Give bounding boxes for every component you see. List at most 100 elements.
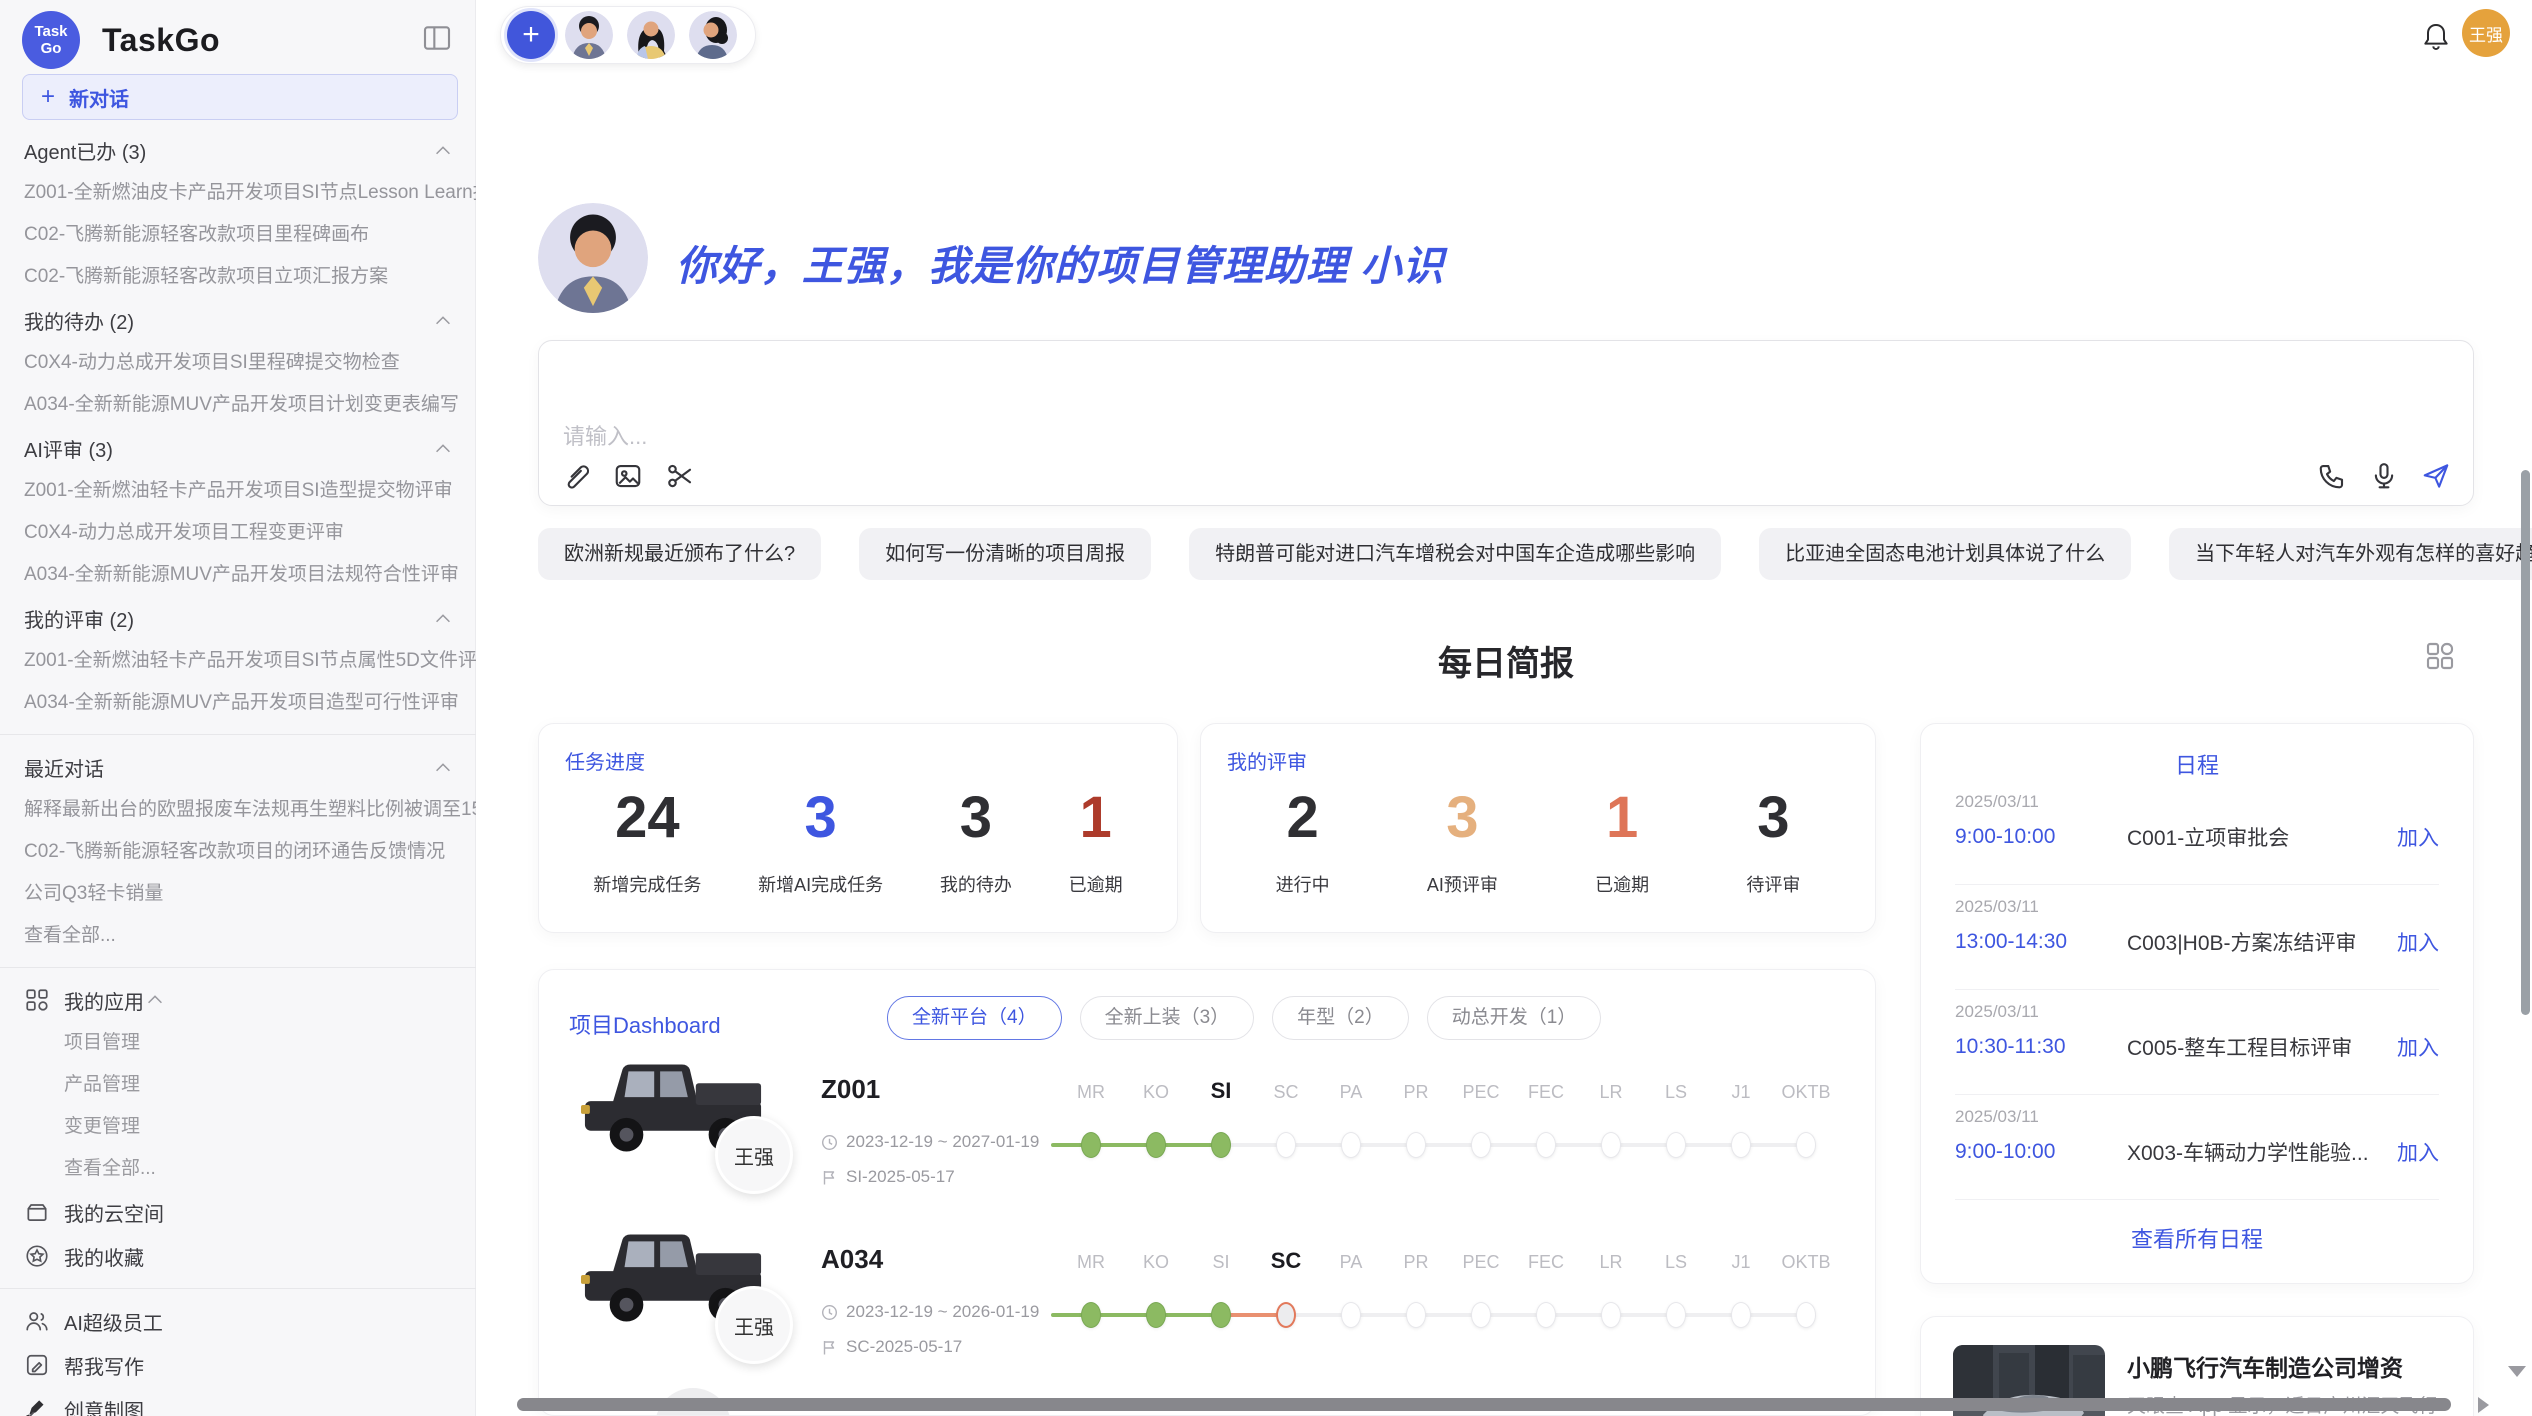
sidebar-list: Agent已办 (3) Z001-全新燃油皮卡产品开发项目SI节点Lesson L… (0, 128, 476, 1416)
app-sub-item[interactable]: 查看全部... (0, 1148, 476, 1190)
image-upload-icon[interactable] (613, 461, 643, 491)
tool-label: 创意制图 (64, 1395, 144, 1416)
agent-avatar-3[interactable] (689, 11, 737, 59)
link-label: 我的收藏 (64, 1242, 144, 1271)
vertical-scrollbar[interactable] (2521, 470, 2530, 1015)
app-sub-item[interactable]: 产品管理 (0, 1064, 476, 1106)
suggestion-chip[interactable]: 如何写一份清晰的项目周报 (859, 528, 1151, 580)
sidebar-section-header[interactable]: Agent已办 (3) (0, 128, 476, 172)
milestone-dot (1081, 1302, 1101, 1328)
schedule-view-all-link[interactable]: 查看所有日程 (1955, 1222, 2439, 1254)
schedule-join-link[interactable]: 加入 (2397, 927, 2439, 957)
sidebar-item[interactable]: Z001-全新燃油轻卡产品开发项目SI造型提交物评审 (0, 470, 476, 512)
project-dates-text: 2023-12-19 ~ 2026-01-19 (846, 1302, 1039, 1322)
scroll-right-arrow-icon[interactable] (2478, 1397, 2489, 1413)
chevron-up-icon[interactable] (432, 757, 454, 779)
attachment-icon[interactable] (561, 461, 591, 491)
greeting-text: 你好，王强，我是你的项目管理助理 小识 (676, 232, 1444, 292)
sidebar-divider (0, 967, 476, 968)
new-chat-button[interactable]: + 新对话 (22, 74, 458, 120)
recent-chat-item[interactable]: 解释最新出台的欧盟报废车法规再生塑料比例被调至15%... (0, 789, 476, 831)
project-row[interactable]: 王强A0342023-12-19 ~ 2026-01-19SC-2025-05-… (569, 1200, 1859, 1370)
sidebar-item[interactable]: A034-全新新能源MUV产品开发项目法规符合性评审 (0, 554, 476, 596)
sidebar-item[interactable]: Z001-全新燃油皮卡产品开发项目SI节点Lesson Learn报告 (0, 172, 476, 214)
app-title: TaskGo (102, 22, 220, 59)
stat-value: 3 (758, 785, 883, 851)
project-row[interactable]: 王强Z0012023-12-19 ~ 2027-01-19SI-2025-05-… (569, 1030, 1859, 1200)
project-code: A034 (821, 1244, 883, 1275)
notification-bell-icon[interactable] (2420, 20, 2452, 54)
daily-brief-title: 每日简报 (538, 636, 2474, 685)
stat-item: 3 新增AI完成任务 (758, 785, 883, 897)
schedule-title: 日程 (1955, 748, 2439, 780)
sidebar-link-favorites[interactable]: 我的收藏 (0, 1234, 476, 1278)
stat-label: AI预评审 (1427, 871, 1498, 897)
schedule-join-link[interactable]: 加入 (2397, 1137, 2439, 1167)
my-apps-header[interactable]: 我的应用 (0, 978, 476, 1022)
chevron-up-icon[interactable] (144, 989, 166, 1011)
stat-item: 1已逾期 (1595, 785, 1649, 897)
microphone-icon[interactable] (2369, 461, 2399, 491)
milestone-dot (1211, 1132, 1231, 1158)
sidebar-item[interactable]: C02-飞腾新能源轻客改款项目立项汇报方案 (0, 256, 476, 298)
section-title: 最近对话 (24, 753, 104, 782)
recent-chat-item[interactable]: 公司Q3轻卡销量 (0, 873, 476, 915)
chevron-up-icon[interactable] (432, 140, 454, 162)
sidebar-item[interactable]: C0X4-动力总成开发项目工程变更评审 (0, 512, 476, 554)
news-title: 小鹏飞行汽车制造公司增资 (2127, 1349, 2403, 1383)
voice-call-icon[interactable] (2317, 461, 2347, 491)
sidebar-tool-ai-staff[interactable]: AI超级员工 (0, 1299, 476, 1343)
milestone-dot (1601, 1132, 1621, 1158)
project-dates-text: 2023-12-19 ~ 2027-01-19 (846, 1132, 1039, 1152)
send-icon[interactable] (2421, 461, 2451, 491)
app-sub-item[interactable]: 项目管理 (0, 1022, 476, 1064)
sidebar-item[interactable]: Z001-全新燃油轻卡产品开发项目SI节点属性5D文件评审 (0, 640, 476, 682)
schedule-date: 2025/03/11 (1955, 1002, 2439, 1022)
milestone-dot (1666, 1132, 1686, 1158)
stat-label: 新增AI完成任务 (758, 871, 883, 897)
recent-chats-header[interactable]: 最近对话 (0, 745, 476, 789)
milestone-dot (1406, 1132, 1426, 1158)
stat-item: 24新增完成任务 (593, 785, 701, 897)
suggestion-chip[interactable]: 当下年轻人对汽车外观有怎样的喜好趋势 (2169, 528, 2532, 580)
user-avatar[interactable]: 王强 (2462, 9, 2510, 57)
sidebar-collapse-icon[interactable] (421, 22, 453, 54)
agent-avatar-2[interactable] (627, 11, 675, 59)
suggestion-chip[interactable]: 欧洲新规最近颁布了什么? (538, 528, 821, 580)
chevron-up-icon[interactable] (432, 310, 454, 332)
chat-input[interactable]: 请输入... (538, 340, 2474, 506)
sidebar-item[interactable]: A034-全新新能源MUV产品开发项目造型可行性评审 (0, 682, 476, 724)
recent-chat-item[interactable]: C02-飞腾新能源轻客改款项目的闭环通告反馈情况 (0, 831, 476, 873)
tool-label: AI超级员工 (64, 1307, 163, 1336)
sidebar-section-header[interactable]: 我的待办 (2) (0, 298, 476, 342)
agent-avatar-1[interactable] (565, 11, 613, 59)
section-title: Agent已办 (3) (24, 136, 146, 165)
scroll-down-arrow-icon[interactable] (2508, 1366, 2526, 1377)
app-logo: Task Go TaskGo (22, 10, 220, 70)
app-sub-item[interactable]: 变更管理 (0, 1106, 476, 1148)
sidebar-item[interactable]: C02-飞腾新能源轻客改款项目里程碑画布 (0, 214, 476, 256)
recent-view-all-link[interactable]: 查看全部... (0, 915, 476, 957)
sidebar-item[interactable]: C0X4-动力总成开发项目SI里程碑提交物检查 (0, 342, 476, 384)
sidebar-tool-creative-pen[interactable]: 创意制图 (0, 1387, 476, 1416)
schedule-join-link[interactable]: 加入 (2397, 1032, 2439, 1062)
sidebar-link-cloud-space[interactable]: 我的云空间 (0, 1190, 476, 1234)
schedule-join-link[interactable]: 加入 (2397, 822, 2439, 852)
suggestion-chip[interactable]: 比亚迪全固态电池计划具体说了什么 (1759, 528, 2131, 580)
sidebar-item[interactable]: A034-全新新能源MUV产品开发项目计划变更表编写 (0, 384, 476, 426)
sidebar-tool-writing[interactable]: 帮我写作 (0, 1343, 476, 1387)
chevron-up-icon[interactable] (432, 608, 454, 630)
horizontal-scrollbar[interactable] (517, 1398, 2451, 1411)
milestone-dot (1536, 1302, 1556, 1328)
add-agent-button[interactable]: + (507, 11, 555, 59)
new-chat-label: 新对话 (69, 83, 129, 112)
sidebar-section-header[interactable]: AI评审 (3) (0, 426, 476, 470)
flag-icon (821, 1339, 838, 1356)
project-code: Z001 (821, 1074, 880, 1105)
sidebar-section-header[interactable]: 我的评审 (2) (0, 596, 476, 640)
layout-grid-icon[interactable] (2424, 640, 2456, 672)
schedule-row: 9:00-10:00C001-立项审批会加入 (1955, 822, 2439, 852)
suggestion-chip[interactable]: 特朗普可能对进口汽车增税会对中国车企造成哪些影响 (1189, 528, 1721, 580)
chevron-up-icon[interactable] (432, 438, 454, 460)
screenshot-scissors-icon[interactable] (665, 461, 695, 491)
